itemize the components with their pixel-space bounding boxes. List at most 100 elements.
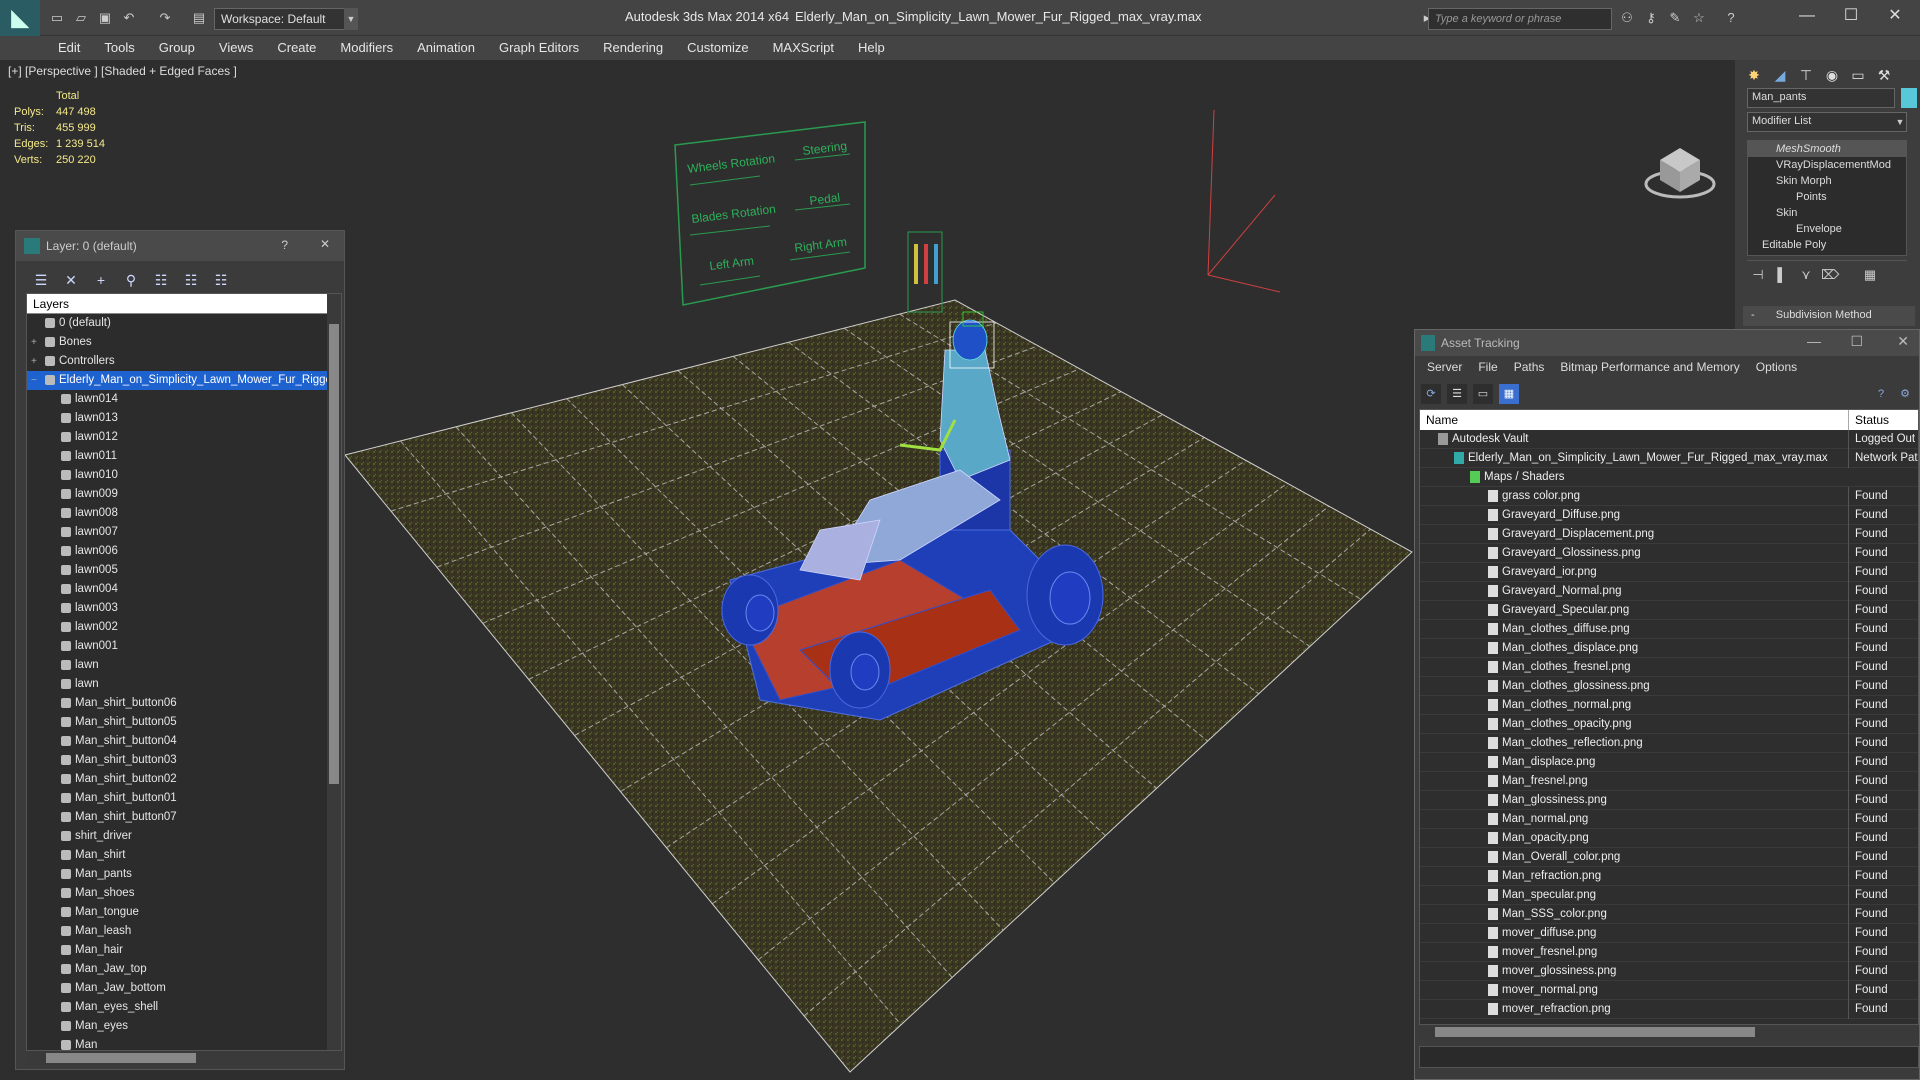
app-logo-icon[interactable]: ◣ xyxy=(0,0,40,36)
layer-row[interactable]: lawn xyxy=(27,675,341,694)
menu-item-modifiers[interactable]: Modifiers xyxy=(328,36,405,60)
display-tab-icon[interactable]: ▭ xyxy=(1845,64,1871,86)
menu-item-animation[interactable]: Animation xyxy=(405,36,487,60)
project-folder-icon[interactable]: ▤ xyxy=(190,9,208,27)
expand-icon[interactable]: + xyxy=(31,333,37,352)
workspace-select[interactable]: Workspace: Default xyxy=(214,8,358,30)
add-to-layer-icon[interactable]: + xyxy=(90,269,112,291)
search-input[interactable]: Type a keyword or phrase xyxy=(1428,8,1612,30)
table-row[interactable]: Graveyard_Specular.png Found xyxy=(1420,601,1918,620)
table-row[interactable]: mover_fresnel.png Found xyxy=(1420,943,1918,962)
layer-list[interactable]: Layers 0 (default) + Bones + Controllers − Eld… xyxy=(26,293,342,1051)
star-icon[interactable]: ☆ xyxy=(1690,9,1708,27)
layer-row[interactable]: Man_shirt_button03 xyxy=(27,751,341,770)
table-row[interactable]: Man_specular.png Found xyxy=(1420,886,1918,905)
layer-row[interactable]: lawn001 xyxy=(27,637,341,656)
asset-menu-paths[interactable]: Paths xyxy=(1506,356,1553,378)
scroll-thumb[interactable] xyxy=(46,1053,196,1063)
settings-icon[interactable]: ⚙ xyxy=(1895,384,1915,404)
table-row[interactable]: mover_normal.png Found xyxy=(1420,981,1918,1000)
horizontal-scrollbar[interactable] xyxy=(1419,1025,1919,1039)
set-current-layer-icon[interactable]: ☷ xyxy=(150,269,172,291)
table-row[interactable]: Graveyard_Displacement.png Found xyxy=(1420,525,1918,544)
modifier-stack-item[interactable]: Skin xyxy=(1748,205,1906,221)
layer-row[interactable]: + Bones xyxy=(27,333,341,352)
viewport-label[interactable]: [+] [Perspective ] [Shaded + Edged Faces… xyxy=(8,64,237,78)
table-row[interactable]: mover_glossiness.png Found xyxy=(1420,962,1918,981)
layer-row[interactable]: lawn002 xyxy=(27,618,341,637)
menu-item-graph-editors[interactable]: Graph Editors xyxy=(487,36,591,60)
layer-row[interactable]: Man_Jaw_top xyxy=(27,960,341,979)
expand-icon[interactable]: + xyxy=(31,352,37,371)
asset-menu-bitmap-performance-and-memory[interactable]: Bitmap Performance and Memory xyxy=(1552,356,1747,378)
motion-tab-icon[interactable]: ◉ xyxy=(1819,64,1845,86)
scroll-thumb[interactable] xyxy=(1435,1027,1755,1037)
table-row[interactable]: Man_clothes_displace.png Found xyxy=(1420,639,1918,658)
menu-item-tools[interactable]: Tools xyxy=(92,36,146,60)
table-row[interactable]: Man_clothes_reflection.png Found xyxy=(1420,734,1918,753)
layer-row[interactable]: lawn013 xyxy=(27,409,341,428)
table-row[interactable]: Autodesk Vault Logged Out xyxy=(1420,430,1918,449)
asset-tracking-title[interactable]: Asset Tracking — ☐ ✕ xyxy=(1415,330,1919,356)
table-row[interactable]: Graveyard_Glossiness.png Found xyxy=(1420,544,1918,563)
communication-icon[interactable]: ✎ xyxy=(1666,9,1684,27)
subdivision-method-rollout[interactable]: - Subdivision Method xyxy=(1743,306,1915,326)
table-row[interactable]: Man_opacity.png Found xyxy=(1420,829,1918,848)
layer-row[interactable]: lawn005 xyxy=(27,561,341,580)
layer-row[interactable]: − Elderly_Man_on_Simplicity_Lawn_Mower_Fu… xyxy=(27,371,341,390)
table-row[interactable]: Man_refraction.png Found xyxy=(1420,867,1918,886)
asset-menu-server[interactable]: Server xyxy=(1419,356,1470,378)
modifier-stack[interactable]: MeshSmooth VRayDisplacementMod Skin Morph P… xyxy=(1747,140,1907,256)
new-file-icon[interactable]: ▭ xyxy=(48,9,66,27)
modifier-stack-item[interactable]: MeshSmooth xyxy=(1748,141,1906,157)
table-view-icon[interactable]: ▦ xyxy=(1499,384,1519,404)
scroll-thumb[interactable] xyxy=(329,324,339,784)
modifier-stack-item[interactable]: VRayDisplacementMod xyxy=(1748,157,1906,173)
layer-row[interactable]: Man_hair xyxy=(27,941,341,960)
layer-row[interactable]: Man_leash xyxy=(27,922,341,941)
asset-menu-options[interactable]: Options xyxy=(1748,356,1805,378)
table-row[interactable]: mover_diffuse.png Found xyxy=(1420,924,1918,943)
layer-row[interactable]: lawn xyxy=(27,656,341,675)
show-end-result-icon[interactable]: ▌ xyxy=(1773,266,1791,284)
modifier-stack-item[interactable]: Skin Morph xyxy=(1748,173,1906,189)
horizontal-scrollbar[interactable] xyxy=(26,1051,342,1065)
menu-item-rendering[interactable]: Rendering xyxy=(591,36,675,60)
menu-item-customize[interactable]: Customize xyxy=(675,36,760,60)
expand-icon[interactable]: − xyxy=(31,371,37,390)
utilities-tab-icon[interactable]: ⚒ xyxy=(1871,64,1897,86)
layer-row[interactable]: lawn006 xyxy=(27,542,341,561)
menu-item-group[interactable]: Group xyxy=(147,36,207,60)
undo-icon[interactable]: ↶ xyxy=(120,9,138,27)
table-row[interactable]: Man_clothes_normal.png Found xyxy=(1420,696,1918,715)
redo-icon[interactable]: ↷ xyxy=(156,9,174,27)
delete-layer-icon[interactable]: ✕ xyxy=(60,269,82,291)
layer-row[interactable]: Man_eyes_shell xyxy=(27,998,341,1017)
layer-row[interactable]: lawn011 xyxy=(27,447,341,466)
vertical-scrollbar[interactable] xyxy=(327,294,341,1050)
table-row[interactable]: Man_normal.png Found xyxy=(1420,810,1918,829)
modify-tab-icon[interactable]: ◢ xyxy=(1767,64,1793,86)
name-column-header[interactable]: Name xyxy=(1426,413,1458,427)
hide-all-layers-icon[interactable]: ☷ xyxy=(180,269,202,291)
new-layer-icon[interactable]: ☰ xyxy=(30,269,52,291)
hierarchy-tab-icon[interactable]: ⊤ xyxy=(1793,64,1819,86)
make-unique-icon[interactable]: ⋎ xyxy=(1797,266,1815,284)
table-row[interactable]: grass color.png Found xyxy=(1420,487,1918,506)
layer-row[interactable]: lawn012 xyxy=(27,428,341,447)
table-row[interactable]: Man_SSS_color.png Found xyxy=(1420,905,1918,924)
asset-table[interactable]: Name Status Autodesk Vault Logged Out Elde… xyxy=(1419,409,1919,1025)
layer-row[interactable]: lawn008 xyxy=(27,504,341,523)
layer-row[interactable]: Man_Jaw_bottom xyxy=(27,979,341,998)
chevron-down-icon[interactable]: ▼ xyxy=(344,8,358,30)
modifier-stack-item[interactable]: Envelope xyxy=(1748,221,1906,237)
table-row[interactable]: Elderly_Man_on_Simplicity_Lawn_Mower_Fur… xyxy=(1420,449,1918,468)
maximize-icon[interactable]: ☐ xyxy=(1828,0,1874,32)
menu-item-maxscript[interactable]: MAXScript xyxy=(761,36,846,60)
table-row[interactable]: Man_fresnel.png Found xyxy=(1420,772,1918,791)
close-icon[interactable]: ✕ xyxy=(1897,333,1909,350)
save-file-icon[interactable]: ▣ xyxy=(96,9,114,27)
refresh-icon[interactable]: ⟳ xyxy=(1421,384,1441,404)
configure-sets-icon[interactable]: ▦ xyxy=(1861,266,1879,284)
modifier-stack-item[interactable]: Points xyxy=(1748,189,1906,205)
